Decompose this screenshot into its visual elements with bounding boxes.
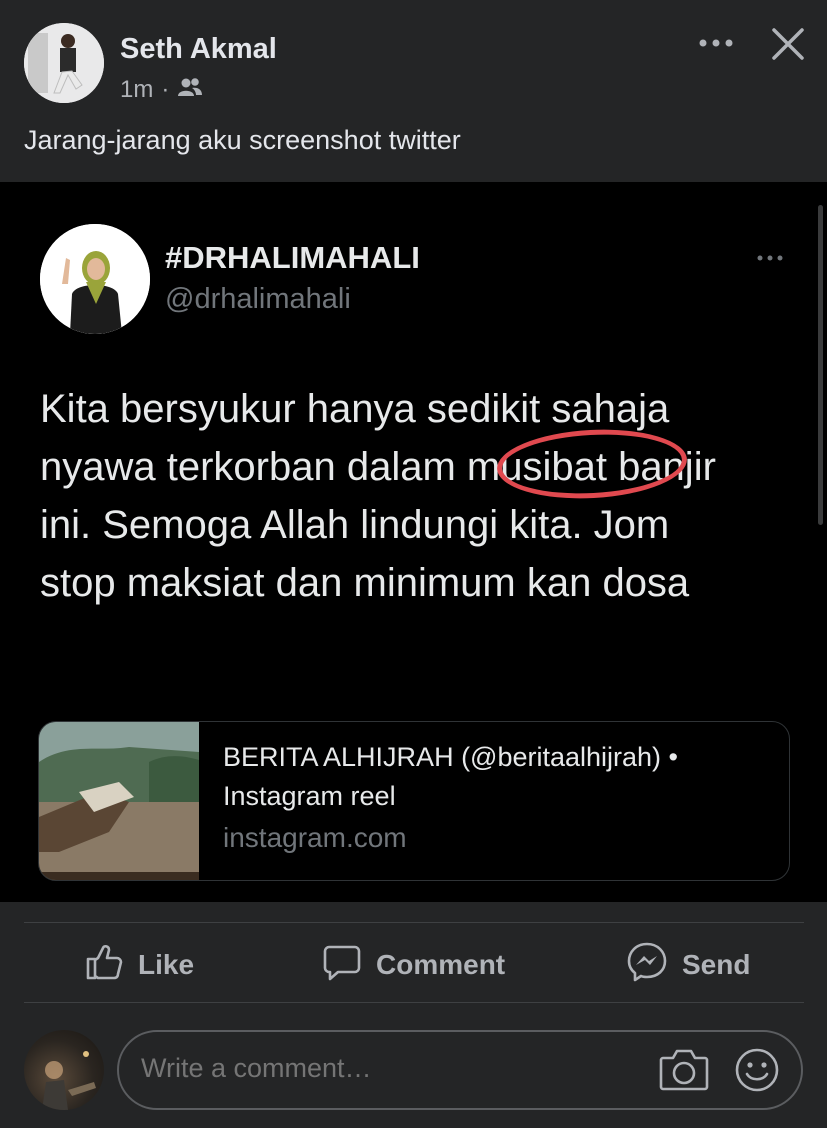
send-button[interactable]: Send bbox=[626, 940, 750, 990]
close-button[interactable] bbox=[770, 26, 806, 62]
tweet-author-name: #DRHALIMAHALI bbox=[165, 240, 420, 275]
comment-label: Comment bbox=[376, 949, 506, 980]
tweet-line: ini. Semoga Allah lindungi kita. Jom bbox=[40, 503, 670, 547]
meta-separator: · bbox=[161, 76, 170, 103]
more-options-button[interactable] bbox=[697, 28, 737, 58]
messenger-icon bbox=[626, 941, 668, 990]
camera-icon bbox=[659, 1049, 709, 1091]
like-button[interactable]: Like bbox=[84, 940, 194, 990]
divider bbox=[24, 1002, 804, 1003]
link-preview-card: BERITA ALHIJRAH (@beritaalhijrah) • Inst… bbox=[38, 721, 790, 881]
like-icon bbox=[84, 942, 124, 989]
comment-button[interactable]: Comment bbox=[322, 940, 505, 990]
card-text: BERITA ALHIJRAH (@beritaalhijrah) • Inst… bbox=[223, 738, 783, 816]
card-thumbnail bbox=[39, 722, 199, 880]
smile-icon bbox=[735, 1048, 779, 1092]
post-meta: 1m · bbox=[120, 76, 203, 104]
divider bbox=[24, 922, 804, 923]
author-avatar[interactable] bbox=[24, 23, 104, 103]
send-label: Send bbox=[682, 949, 751, 980]
like-label: Like bbox=[138, 949, 195, 980]
tweet-line: stop maksiat dan minimum kan dosa bbox=[40, 561, 690, 605]
card-domain: instagram.com bbox=[223, 822, 407, 853]
current-user-avatar bbox=[24, 1030, 104, 1110]
image-scrollbar bbox=[818, 205, 823, 525]
post-caption: Jarang-jarang aku screenshot twitter bbox=[24, 125, 461, 155]
friends-icon bbox=[177, 76, 203, 104]
tweet-line: nyawa terkorban dalam musibat banjir bbox=[40, 445, 716, 489]
post-time[interactable]: 1m bbox=[120, 76, 153, 104]
card-source: BERITA ALHIJRAH (@beritaalhijrah) • bbox=[223, 742, 679, 772]
tweet-text: Kita bersyukur hanya sedikit sahaja nyaw… bbox=[40, 380, 800, 612]
tweet-more-icon bbox=[752, 248, 792, 268]
comment-input[interactable] bbox=[141, 1053, 641, 1084]
emoji-button[interactable] bbox=[733, 1046, 781, 1094]
comment-icon bbox=[322, 942, 362, 989]
post-author-name[interactable]: Seth Akmal bbox=[120, 33, 277, 66]
close-icon bbox=[772, 28, 804, 60]
card-title: Instagram reel bbox=[223, 781, 396, 811]
camera-button[interactable] bbox=[658, 1046, 710, 1092]
tweet-line: Kita bersyukur hanya sedikit sahaja bbox=[40, 387, 670, 431]
tweet-author-handle: @drhalimahali bbox=[165, 283, 351, 315]
tweet-avatar bbox=[40, 224, 150, 334]
